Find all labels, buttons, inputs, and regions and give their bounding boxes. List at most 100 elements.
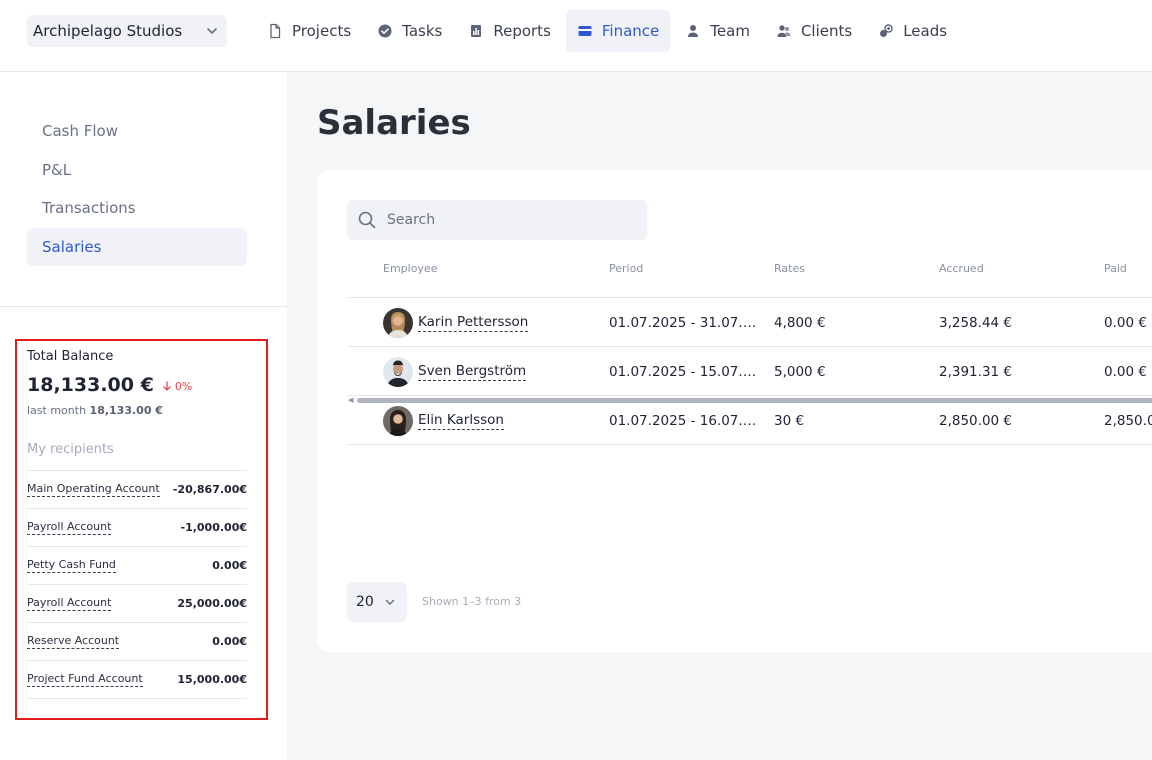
main-nav: Projects Tasks Reports Finance Team Clie… bbox=[256, 10, 962, 52]
rate-cell: 30 € bbox=[774, 413, 805, 429]
column-paid[interactable]: Paid bbox=[1104, 262, 1127, 275]
paid-cell: 2,850.00 € bbox=[1104, 413, 1152, 429]
recipients-list: Main Operating Account -20,867.00€ Payro… bbox=[27, 470, 247, 699]
recipient-row: Reserve Account 0.00€ bbox=[27, 623, 247, 661]
last-month-label: last month bbox=[27, 404, 87, 417]
recipients-title: My recipients bbox=[27, 442, 114, 457]
balance-last-month: last month 18,133.00 € bbox=[27, 404, 163, 417]
sidebar-item-salaries[interactable]: Salaries bbox=[27, 227, 247, 266]
recipient-value: 25,000.00€ bbox=[177, 597, 247, 610]
document-icon bbox=[270, 23, 281, 39]
period-cell: 01.07.2025 - 16.07.2025 bbox=[609, 413, 759, 429]
page-size-value: 20 bbox=[356, 594, 374, 610]
sidebar: Cash Flow P&L Transactions Salaries Tota… bbox=[0, 72, 287, 760]
workspace-name: Archipelago Studios bbox=[33, 22, 183, 40]
recipient-name[interactable]: Reserve Account bbox=[27, 634, 120, 649]
balance-amount: 18,133.00 € bbox=[27, 374, 154, 396]
nav-team[interactable]: Team bbox=[674, 10, 761, 52]
recipient-row: Petty Cash Fund 0.00€ bbox=[27, 547, 247, 585]
balance-title: Total Balance bbox=[27, 349, 114, 364]
scroll-left-icon[interactable]: ◀ bbox=[348, 396, 353, 404]
nav-label: Projects bbox=[292, 22, 352, 40]
nav-label: Team bbox=[710, 22, 750, 40]
employee-name[interactable]: Karin Pettersson bbox=[418, 314, 529, 332]
pagination-summary: Shown 1–3 from 3 bbox=[422, 595, 522, 608]
leads-icon bbox=[880, 24, 893, 37]
recipient-value: 15,000.00€ bbox=[177, 673, 247, 686]
check-circle-icon bbox=[378, 24, 392, 38]
period-cell: 01.07.2025 - 31.07.2025 bbox=[609, 315, 759, 331]
rate-cell: 5,000 € bbox=[774, 364, 826, 380]
avatar bbox=[383, 357, 413, 387]
accrued-cell: 3,258.44 € bbox=[939, 315, 1012, 331]
recipient-value: 0.00€ bbox=[212, 559, 247, 572]
employee-name[interactable]: Sven Bergström bbox=[418, 363, 527, 381]
column-employee[interactable]: Employee bbox=[383, 262, 437, 275]
recipient-name[interactable]: Payroll Account bbox=[27, 596, 112, 611]
recipient-row: Main Operating Account -20,867.00€ bbox=[27, 471, 247, 509]
nav-label: Tasks bbox=[402, 22, 443, 40]
recipient-name[interactable]: Payroll Account bbox=[27, 520, 112, 535]
balance-amount-row: 18,133.00 € 0% bbox=[27, 374, 192, 396]
credit-card-icon bbox=[578, 26, 592, 36]
recipient-name[interactable]: Main Operating Account bbox=[27, 482, 160, 497]
recipient-row: Payroll Account 25,000.00€ bbox=[27, 585, 247, 623]
recipient-row: Project Fund Account 15,000.00€ bbox=[27, 661, 247, 699]
table-row[interactable]: Karin Pettersson 01.07.2025 - 31.07.2025… bbox=[347, 298, 1152, 347]
scrollbar-thumb[interactable] bbox=[357, 398, 1152, 403]
nav-label: Reports bbox=[493, 22, 551, 40]
sidebar-divider bbox=[0, 306, 287, 307]
salaries-table: Employee Period Rates Accrued Paid Karin… bbox=[347, 250, 1152, 445]
nav-leads[interactable]: Leads bbox=[867, 10, 958, 52]
search-icon bbox=[358, 211, 376, 229]
rate-cell: 4,800 € bbox=[774, 315, 826, 331]
page-size-select[interactable]: 20 bbox=[347, 582, 407, 622]
paid-cell: 0.00 € bbox=[1104, 315, 1147, 331]
main-content: Salaries Employee Period Rates Accrued P… bbox=[287, 72, 1152, 760]
nav-tasks[interactable]: Tasks bbox=[366, 10, 453, 52]
recipient-value: 0.00€ bbox=[212, 635, 247, 648]
report-chart-icon bbox=[471, 25, 482, 37]
workspace-selector[interactable]: Archipelago Studios bbox=[27, 15, 227, 47]
column-accrued[interactable]: Accrued bbox=[939, 262, 984, 275]
table-row[interactable]: Sven Bergström 01.07.2025 - 15.07.2025 5… bbox=[347, 347, 1152, 396]
employee-name[interactable]: Elin Karlsson bbox=[418, 412, 504, 430]
recipient-name[interactable]: Petty Cash Fund bbox=[27, 558, 116, 573]
sidebar-item-cash-flow[interactable]: Cash Flow bbox=[27, 112, 247, 151]
horizontal-scrollbar[interactable]: ◀ bbox=[347, 396, 1152, 404]
avatar bbox=[383, 308, 413, 338]
recipient-value: -20,867.00€ bbox=[172, 483, 247, 496]
nav-reports[interactable]: Reports bbox=[457, 10, 562, 52]
paid-cell: 0.00 € bbox=[1104, 364, 1147, 380]
page-title: Salaries bbox=[317, 103, 471, 143]
column-period[interactable]: Period bbox=[609, 262, 643, 275]
search-input[interactable] bbox=[387, 212, 627, 228]
table-header: Employee Period Rates Accrued Paid bbox=[347, 250, 1152, 298]
accrued-cell: 2,391.31 € bbox=[939, 364, 1012, 380]
column-rates[interactable]: Rates bbox=[774, 262, 805, 275]
sidebar-item-transactions[interactable]: Transactions bbox=[27, 189, 247, 228]
recipient-name[interactable]: Project Fund Account bbox=[27, 672, 143, 687]
finance-submenu: Cash Flow P&L Transactions Salaries bbox=[27, 112, 247, 266]
balance-change-badge: 0% bbox=[162, 380, 192, 393]
salaries-card: Employee Period Rates Accrued Paid Karin… bbox=[317, 170, 1152, 652]
sidebar-item-pnl[interactable]: P&L bbox=[27, 151, 247, 190]
total-balance-panel: Total Balance 18,133.00 € 0% last month … bbox=[15, 339, 268, 720]
nav-label: Finance bbox=[601, 22, 660, 40]
search-box[interactable] bbox=[347, 200, 647, 240]
accrued-cell: 2,850.00 € bbox=[939, 413, 1012, 429]
nav-label: Clients bbox=[800, 22, 853, 40]
nav-label: Leads bbox=[903, 22, 948, 40]
last-month-value: 18,133.00 € bbox=[89, 404, 163, 417]
avatar bbox=[383, 406, 413, 436]
person-icon bbox=[688, 25, 699, 37]
recipient-row: Payroll Account -1,000.00€ bbox=[27, 509, 247, 547]
nav-projects[interactable]: Projects bbox=[256, 10, 362, 52]
period-cell: 01.07.2025 - 15.07.2025 bbox=[609, 364, 759, 380]
chevron-down-icon bbox=[385, 599, 395, 605]
arrow-down-icon bbox=[162, 381, 171, 391]
recipient-value: -1,000.00€ bbox=[180, 521, 248, 534]
chevron-down-icon bbox=[207, 28, 217, 34]
nav-clients[interactable]: Clients bbox=[765, 10, 863, 52]
nav-finance[interactable]: Finance bbox=[565, 10, 671, 52]
